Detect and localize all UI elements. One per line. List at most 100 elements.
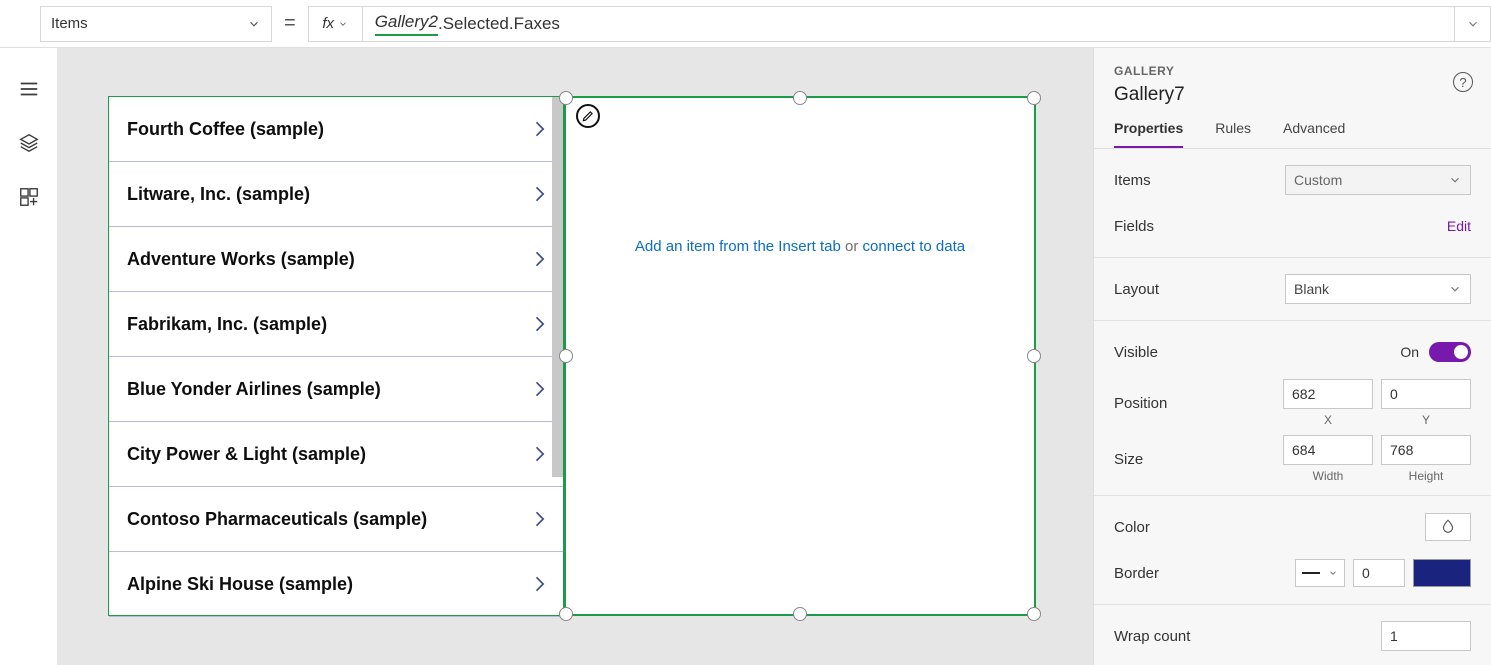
- connect-data-link[interactable]: connect to data: [863, 238, 966, 255]
- size-width-input[interactable]: [1283, 435, 1373, 465]
- help-icon[interactable]: ?: [1453, 72, 1473, 92]
- border-line-icon: [1302, 572, 1320, 574]
- list-item-label: Contoso Pharmaceuticals (sample): [127, 509, 427, 530]
- border-width-input[interactable]: [1353, 559, 1405, 587]
- fx-label: fx: [322, 15, 334, 32]
- chevron-down-icon: [247, 17, 261, 31]
- prop-size-row: Size Width Height: [1114, 431, 1471, 487]
- prop-items-select[interactable]: Custom: [1285, 165, 1471, 195]
- position-inputs: X Y: [1283, 379, 1471, 427]
- prop-fields-row: Fields Edit: [1114, 203, 1471, 249]
- list-item-label: Alpine Ski House (sample): [127, 574, 353, 595]
- gallery-left[interactable]: Fourth Coffee (sample) Litware, Inc. (sa…: [108, 96, 564, 616]
- wrap-count-input[interactable]: [1381, 621, 1471, 651]
- prop-layout-row: Layout Blank: [1114, 266, 1471, 312]
- prop-visible-toggle[interactable]: On: [1400, 342, 1471, 362]
- chevron-right-icon[interactable]: [529, 444, 549, 464]
- prop-layout-value: Blank: [1294, 281, 1329, 297]
- property-dropdown-label: Items: [51, 15, 88, 32]
- prop-visible-label: Visible: [1114, 344, 1158, 361]
- prop-fields-edit[interactable]: Edit: [1447, 218, 1471, 234]
- prop-position-row: Position X Y: [1114, 375, 1471, 431]
- list-item[interactable]: City Power & Light (sample): [109, 422, 563, 487]
- chevron-right-icon[interactable]: [529, 314, 549, 334]
- prop-visible-row: Visible On: [1114, 329, 1471, 375]
- prop-border-row: Border: [1114, 550, 1471, 596]
- section-wrap: Wrap count: [1094, 605, 1491, 665]
- prop-wrap-label: Wrap count: [1114, 628, 1190, 645]
- chevron-right-icon[interactable]: [529, 249, 549, 269]
- list-item[interactable]: Fabrikam, Inc. (sample): [109, 292, 563, 357]
- chevron-right-icon[interactable]: [529, 119, 549, 139]
- chevron-down-icon: [1448, 173, 1462, 187]
- prop-position-label: Position: [1114, 395, 1167, 412]
- property-dropdown[interactable]: Items: [40, 6, 272, 42]
- canvas[interactable]: Fourth Coffee (sample) Litware, Inc. (sa…: [58, 48, 1093, 665]
- resize-handle[interactable]: [559, 349, 573, 363]
- chevron-right-icon[interactable]: [529, 184, 549, 204]
- chevron-down-icon: [1466, 17, 1480, 31]
- list-item[interactable]: Contoso Pharmaceuticals (sample): [109, 487, 563, 552]
- toggle-pill: [1429, 342, 1471, 362]
- list-item-label: Fourth Coffee (sample): [127, 119, 324, 140]
- insert-link[interactable]: Add an item from the Insert tab: [635, 238, 841, 255]
- size-height-input[interactable]: [1381, 435, 1471, 465]
- resize-handle[interactable]: [1027, 607, 1041, 621]
- prop-layout-select[interactable]: Blank: [1285, 274, 1471, 304]
- tab-properties[interactable]: Properties: [1114, 120, 1183, 148]
- prop-size-label: Size: [1114, 451, 1143, 468]
- color-swatch[interactable]: [1425, 513, 1471, 541]
- list-item[interactable]: Adventure Works (sample): [109, 227, 563, 292]
- resize-handle[interactable]: [793, 91, 807, 105]
- resize-handle[interactable]: [793, 607, 807, 621]
- tab-advanced[interactable]: Advanced: [1283, 120, 1345, 148]
- list-item[interactable]: Fourth Coffee (sample): [109, 97, 563, 162]
- resize-handle[interactable]: [1027, 349, 1041, 363]
- formula-expand-button[interactable]: [1455, 6, 1491, 42]
- gallery-selected[interactable]: Add an item from the Insert tab or conne…: [564, 96, 1036, 616]
- chevron-right-icon[interactable]: [529, 574, 549, 594]
- left-rail: [0, 48, 58, 665]
- border-style-select[interactable]: [1295, 559, 1345, 587]
- section-data: Items Custom Fields Edit: [1094, 149, 1491, 258]
- resize-handle[interactable]: [1027, 91, 1041, 105]
- prop-items-value: Custom: [1294, 172, 1342, 188]
- list-item-label: Litware, Inc. (sample): [127, 184, 310, 205]
- scrollbar[interactable]: [552, 97, 563, 477]
- list-item[interactable]: Alpine Ski House (sample): [109, 552, 563, 617]
- formula-input[interactable]: Gallery2.Selected.Faxes: [362, 6, 1455, 42]
- layers-icon[interactable]: [18, 132, 40, 154]
- section-color: Color Border: [1094, 496, 1491, 605]
- position-x-input[interactable]: [1283, 379, 1373, 409]
- components-icon[interactable]: [18, 186, 40, 208]
- border-color-swatch[interactable]: [1413, 559, 1471, 587]
- formula-token-rest: .Selected.Faxes: [438, 14, 560, 34]
- list-item-label: Blue Yonder Airlines (sample): [127, 379, 381, 400]
- tab-rules[interactable]: Rules: [1215, 120, 1251, 148]
- list-item-label: Adventure Works (sample): [127, 249, 355, 270]
- chevron-down-icon: [1328, 568, 1338, 578]
- position-y-label: Y: [1422, 413, 1430, 427]
- size-height-label: Height: [1409, 469, 1444, 483]
- list-item[interactable]: Blue Yonder Airlines (sample): [109, 357, 563, 422]
- formula-bar-row: Items = fx Gallery2.Selected.Faxes: [0, 0, 1491, 48]
- chevron-right-icon[interactable]: [529, 509, 549, 529]
- chevron-down-icon: [1448, 282, 1462, 296]
- resize-handle[interactable]: [559, 91, 573, 105]
- resize-handle[interactable]: [559, 607, 573, 621]
- position-y-input[interactable]: [1381, 379, 1471, 409]
- panel-control-name: Gallery7: [1114, 84, 1471, 106]
- list-item-label: City Power & Light (sample): [127, 444, 366, 465]
- prop-fields-label: Fields: [1114, 218, 1154, 235]
- panel-header: GALLERY Gallery7 ?: [1094, 48, 1491, 106]
- hamburger-icon[interactable]: [18, 78, 40, 100]
- list-item[interactable]: Litware, Inc. (sample): [109, 162, 563, 227]
- prop-items-row: Items Custom: [1114, 157, 1471, 203]
- prop-color-row: Color: [1114, 504, 1471, 550]
- prop-layout-label: Layout: [1114, 281, 1159, 298]
- chevron-right-icon[interactable]: [529, 379, 549, 399]
- prop-border-label: Border: [1114, 565, 1159, 582]
- fx-button[interactable]: fx: [308, 6, 362, 42]
- edit-pencil-button[interactable]: [576, 104, 600, 128]
- prop-items-label: Items: [1114, 172, 1151, 189]
